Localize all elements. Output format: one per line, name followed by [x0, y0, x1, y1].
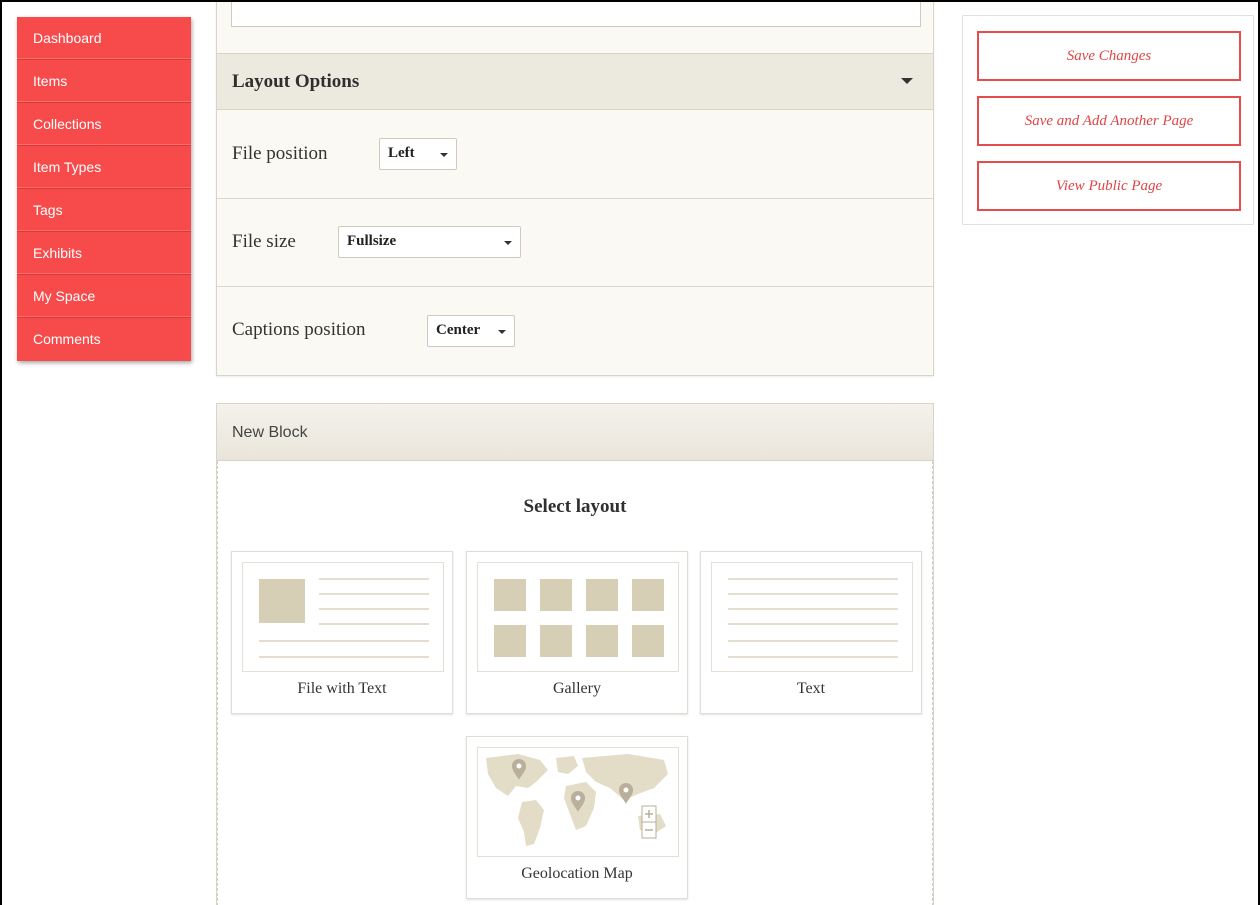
file-position-row: File position Left	[217, 110, 933, 199]
file-position-value: Left	[388, 145, 415, 161]
file-size-value: Fullsize	[347, 233, 397, 249]
select-layout-heading: Select layout	[523, 496, 627, 517]
layout-label: Geolocation Map	[521, 865, 633, 882]
layout-text[interactable]: Text	[700, 551, 922, 714]
world-map-icon	[478, 748, 678, 856]
layout-label: Text	[796, 680, 826, 697]
chevron-down-icon	[440, 153, 448, 157]
map-thumbnail	[477, 747, 679, 857]
layout-label: File with Text	[297, 680, 387, 697]
block-options-panel: Layout Options File position Left File s…	[216, 0, 934, 376]
captions-position-select[interactable]: Center	[427, 315, 515, 347]
layout-picker: Select layout File with Text Gallery Tex…	[217, 461, 933, 905]
file-with-text-thumbnail	[242, 562, 444, 672]
text-thumbnail	[711, 562, 913, 672]
file-size-label: File size	[232, 231, 296, 252]
file-position-label: File position	[232, 143, 328, 164]
nav-item-item-types[interactable]: Item Types	[17, 144, 191, 189]
text-editor-field[interactable]	[231, 0, 921, 27]
view-public-page-button[interactable]: View Public Page	[977, 161, 1241, 211]
layout-options-title: Layout Options	[232, 71, 360, 92]
layout-file-with-text[interactable]: File with Text	[231, 551, 453, 714]
new-block-header: New Block	[217, 404, 933, 461]
layout-options-header[interactable]: Layout Options	[217, 53, 933, 110]
captions-position-row: Captions position Center	[217, 287, 933, 375]
layout-geolocation-map[interactable]: Geolocation Map	[466, 736, 688, 899]
chevron-down-icon	[504, 241, 512, 245]
gallery-thumbnail	[477, 562, 679, 672]
file-position-select[interactable]: Left	[379, 138, 457, 170]
nav-item-exhibits[interactable]: Exhibits	[17, 230, 191, 275]
nav-item-tags[interactable]: Tags	[17, 187, 191, 232]
admin-nav: Dashboard Items Collections Item Types T…	[17, 17, 191, 361]
save-and-add-page-button[interactable]: Save and Add Another Page	[977, 96, 1241, 146]
collapse-caret-icon[interactable]	[901, 78, 913, 84]
save-panel: Save Changes Save and Add Another Page V…	[962, 15, 1254, 225]
nav-item-my-space[interactable]: My Space	[17, 273, 191, 318]
captions-position-label: Captions position	[232, 319, 366, 340]
nav-item-collections[interactable]: Collections	[17, 101, 191, 146]
layout-label: Gallery	[553, 680, 601, 697]
file-size-row: File size Fullsize	[217, 199, 933, 287]
captions-position-value: Center	[436, 322, 481, 338]
nav-item-comments[interactable]: Comments	[17, 316, 191, 361]
save-changes-button[interactable]: Save Changes	[977, 31, 1241, 81]
file-size-select[interactable]: Fullsize	[338, 226, 521, 258]
chevron-down-icon	[498, 330, 506, 334]
new-block-panel: New Block Select layout File with Text G…	[216, 403, 934, 905]
nav-item-dashboard[interactable]: Dashboard	[17, 17, 191, 60]
layout-gallery[interactable]: Gallery	[466, 551, 688, 714]
nav-item-items[interactable]: Items	[17, 58, 191, 103]
